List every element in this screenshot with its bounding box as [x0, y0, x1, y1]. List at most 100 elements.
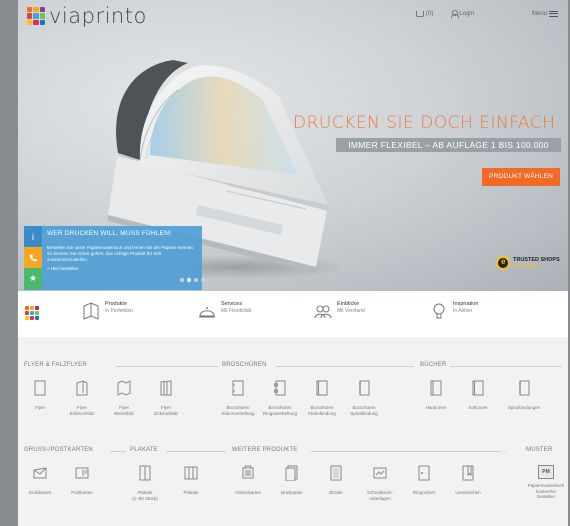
product-spiral-book[interactable]: Spiralbindungen: [504, 380, 544, 411]
product-label: Flyer Zickzackfalz: [153, 405, 179, 416]
carousel-dot[interactable]: [201, 278, 205, 282]
product-letterhead[interactable]: Briefpapier: [272, 465, 312, 496]
zigzag-flyer-icon: [160, 380, 172, 396]
product-poster[interactable]: Plakate: [171, 465, 211, 496]
feature-inspiration[interactable]: Inspiration In Aktion: [430, 301, 478, 321]
star-icon[interactable]: ★: [24, 268, 42, 289]
divider: [311, 451, 501, 452]
product-label: Broschüren Ringösenheftung: [262, 405, 298, 416]
product-label: Lesezeichen: [455, 490, 481, 495]
info-order-link[interactable]: > Hier bestellen: [47, 266, 198, 271]
logo[interactable]: viaprinto: [27, 4, 147, 28]
trusted-shops-icon: [496, 256, 510, 270]
product-softcover[interactable]: Softcover: [458, 380, 498, 411]
letterhead-icon: [285, 465, 298, 482]
feature-title: Services: [221, 301, 243, 307]
brochure-icon: [83, 302, 99, 320]
category-samples[interactable]: MUSTER: [526, 447, 553, 453]
phone-icon[interactable]: [24, 247, 42, 268]
product-label: Broschüren Klammerheftung: [221, 405, 255, 416]
info-title: WER DRUCKEN WILL, MUSS FÜHLEN!: [47, 230, 172, 237]
business-card-stack-icon: [242, 465, 254, 479]
product-hardcover[interactable]: Hardcover: [416, 380, 456, 411]
feature-services[interactable]: Services Mit Flexibilität: [198, 301, 251, 321]
info-panel: i ★ WER DRUCKEN WILL, MUSS FÜHLEN! Beste…: [24, 226, 202, 290]
ring-brochure-icon: [274, 380, 286, 396]
notepad-icon: [330, 465, 342, 481]
feature-subtitle: In Perfektion: [105, 308, 134, 314]
hero-headline: DRUCKEN SIE DOCH EINFACH.: [293, 113, 561, 133]
category-books[interactable]: BÜCHER: [420, 362, 447, 368]
product-label: Plakate: [183, 490, 199, 495]
product-label: Flyer Wickelfalz: [113, 405, 135, 416]
product-label: Briefpapier: [281, 490, 303, 495]
product-postcard[interactable]: Postkarten: [62, 465, 102, 496]
hero-subline: IMMER FLEXIBEL – AB AUFLAGE 1 BIS 100.00…: [336, 138, 561, 152]
category-posters[interactable]: PLAKATE: [130, 447, 158, 453]
product-notepads[interactable]: Blöcke: [316, 465, 356, 496]
category-more-products[interactable]: WEITERE PRODUKTE: [232, 447, 298, 453]
product-bookmark[interactable]: Lesezeichen: [448, 465, 488, 496]
product-flyer[interactable]: Flyer: [20, 380, 60, 411]
poster-icon: [139, 465, 151, 481]
trusted-shops-label: TRUSTED SHOPS: [513, 256, 560, 263]
divider: [504, 451, 505, 452]
divider: [110, 451, 126, 452]
product-label: Postkarten: [71, 490, 93, 495]
stapled-brochure-icon: [232, 380, 244, 396]
desk-pad-icon: [373, 467, 387, 479]
category-brochures[interactable]: BROSCHÜREN: [222, 362, 267, 368]
divider: [116, 366, 218, 367]
product-label: Broschüren Spiralbindung: [350, 405, 378, 416]
product-flyer-einbruchfalz[interactable]: Flyer Einbruchfalz: [62, 380, 102, 416]
login-link[interactable]: Login: [451, 10, 474, 18]
product-label: Hardcover: [425, 405, 447, 410]
product-label: Papiermusterbuch kostenfrei bestellen: [527, 483, 565, 499]
select-product-button[interactable]: PRODUKT WÄHLEN: [482, 168, 560, 186]
product-brochure-spiral[interactable]: Broschüren Spiralbindung: [344, 380, 384, 416]
product-label: Softcover: [468, 405, 488, 410]
product-brochure-staple[interactable]: Broschüren Klammerheftung: [218, 380, 258, 416]
glued-brochure-icon: [316, 380, 328, 396]
feature-products[interactable]: Produkte In Perfektion: [82, 301, 133, 321]
carousel-dot[interactable]: [194, 278, 198, 282]
cart-count: (0): [425, 10, 434, 17]
product-business-cards[interactable]: Visitenkarten: [228, 465, 268, 496]
product-sample-book[interactable]: PM Papiermusterbuch kostenfrei bestellen: [524, 465, 568, 500]
ring-binder-icon: [418, 465, 430, 481]
category-flyer[interactable]: FLYER & FALZFLYER: [24, 362, 87, 368]
divider: [276, 366, 414, 367]
category-greeting-cards[interactable]: GRUSS-/POSTKARTEN: [24, 447, 93, 453]
top-navigation: (0) Login Menu: [415, 10, 558, 18]
product-flyer-zickzackfalz[interactable]: Flyer Zickzackfalz: [146, 380, 186, 416]
product-brochure-ring[interactable]: Broschüren Ringösenheftung: [260, 380, 300, 416]
wrap-fold-flyer-icon: [117, 380, 131, 396]
bookmark-icon: [462, 465, 474, 481]
trusted-shops-badge[interactable]: TRUSTED SHOPS ★★★★★: [496, 252, 562, 274]
product-label: Flyer Einbruchfalz: [69, 405, 95, 416]
product-brochure-glue[interactable]: Broschüren Klebebindung: [302, 380, 342, 416]
product-poster-small[interactable]: Plakate (1–50 Stück): [125, 465, 165, 501]
hero-banner[interactable]: viaprinto (0) Login Menu DRUCKEN SIE DOC…: [18, 0, 568, 291]
product-greeting-card[interactable]: Grußkarten: [20, 465, 60, 496]
product-ring-binder[interactable]: Ringordner: [404, 465, 444, 496]
feature-insights[interactable]: Einblicke Mit Verstand: [314, 301, 365, 321]
feature-bar: Produkte In Perfektion Services Mit Flexib…: [18, 291, 568, 337]
product-label: Visitenkarten: [235, 490, 261, 495]
info-icon[interactable]: i: [24, 226, 42, 247]
rating-stars: ★★★★★: [513, 263, 538, 270]
menu-button[interactable]: Menu: [532, 10, 558, 17]
carousel-dot[interactable]: [180, 278, 184, 282]
carousel-dot-active[interactable]: [187, 278, 191, 282]
feature-title: Einblicke: [337, 301, 360, 307]
page: viaprinto (0) Login Menu DRUCKEN SIE DOC…: [18, 0, 568, 526]
product-label: Schreibtisch- unterlagen: [366, 490, 393, 501]
cart-link[interactable]: (0): [415, 10, 434, 17]
product-desk-pads[interactable]: Schreibtisch- unterlagen: [360, 465, 400, 501]
product-label: Broschüren Klebebindung: [308, 405, 336, 416]
product-flyer-wickelfalz[interactable]: Flyer Wickelfalz: [104, 380, 144, 416]
user-icon: [451, 10, 460, 18]
divider: [450, 366, 562, 367]
product-label: Ringordner: [412, 490, 436, 495]
spiral-book-icon: [519, 380, 530, 396]
